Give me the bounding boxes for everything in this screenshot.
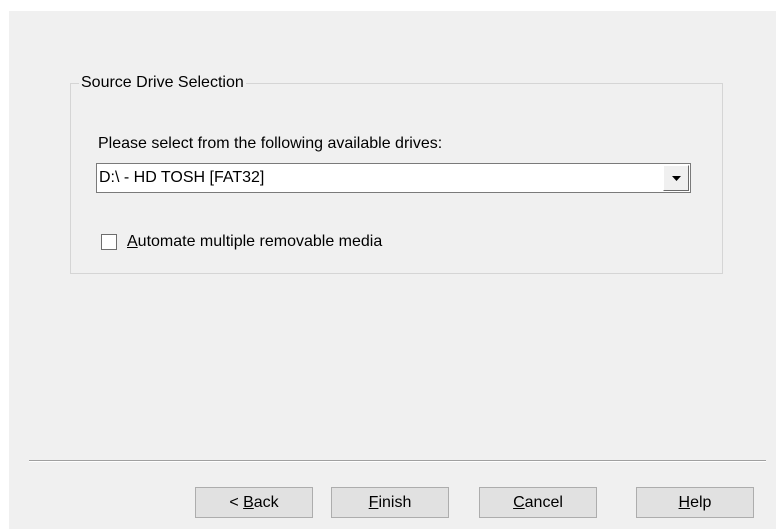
drive-select-combobox[interactable]: D:\ - HD TOSH [FAT32] (96, 163, 691, 193)
wizard-dialog: Source Drive Selection Please select fro… (9, 11, 776, 529)
groupbox-title: Source Drive Selection (79, 73, 246, 93)
help-button[interactable]: Help (636, 487, 754, 518)
source-drive-groupbox: Source Drive Selection Please select fro… (70, 73, 723, 274)
help-button-text: elp (690, 493, 712, 511)
automate-removable-media-option[interactable]: Automate multiple removable media (101, 232, 382, 252)
cancel-button-accel: C (513, 493, 525, 511)
help-button-accel: H (678, 493, 691, 511)
automate-removable-media-label[interactable]: Automate multiple removable media (127, 232, 382, 252)
back-button-prefix: < (229, 493, 244, 511)
back-button-text: ack (253, 493, 279, 511)
automate-removable-media-checkbox[interactable] (101, 234, 117, 250)
finish-button-accel: F (368, 493, 379, 511)
cancel-button-text: ancel (524, 493, 563, 511)
finish-button-text: inish (378, 493, 412, 511)
cancel-button[interactable]: Cancel (479, 487, 597, 518)
drive-select-prompt: Please select from the following availab… (98, 135, 443, 152)
automate-label-text: utomate multiple removable media (137, 233, 383, 250)
chevron-down-icon (671, 175, 681, 181)
drive-select-dropdown-button[interactable] (663, 165, 689, 191)
automate-accel-key: A (127, 233, 138, 250)
back-button-accel: B (243, 493, 254, 511)
button-separator (29, 460, 766, 462)
back-button[interactable]: < Back (195, 487, 313, 518)
drive-select-value: D:\ - HD TOSH [FAT32] (99, 169, 265, 186)
finish-button[interactable]: Finish (331, 487, 449, 518)
